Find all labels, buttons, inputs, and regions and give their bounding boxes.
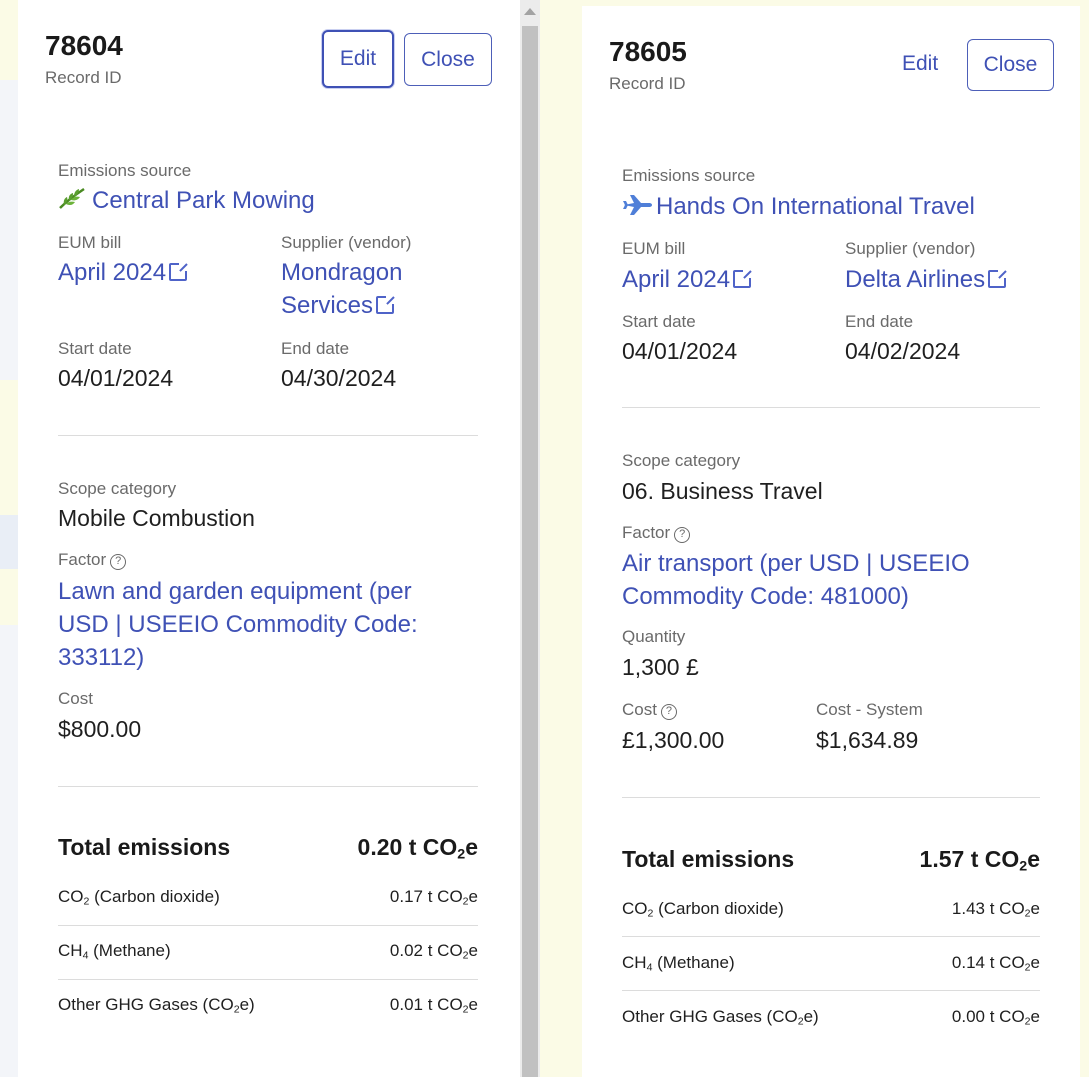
cost-value: $800.00 — [58, 716, 142, 742]
end-date-label: End date — [845, 312, 914, 331]
quantity-value: 1,300 £ — [622, 654, 699, 680]
airplane-icon — [622, 192, 652, 225]
gas-value: 0.02 t CO2e — [389, 941, 478, 962]
end-date-value: 04/02/2024 — [845, 338, 961, 364]
cost-label: Cost? — [622, 700, 677, 720]
gas-name: Other GHG Gases (CO2e) — [58, 995, 255, 1016]
eum-bill-value: April 2024 — [58, 259, 167, 286]
total-emissions-value: 1.57 t CO2e — [919, 846, 1040, 875]
scope-category-value: Mobile Combustion — [58, 505, 255, 531]
cost-system-value: $1,634.89 — [816, 727, 919, 753]
scrollbar-thumb[interactable] — [522, 26, 538, 1077]
gas-name: Other GHG Gases (CO2e) — [622, 1007, 819, 1028]
external-link-icon — [169, 262, 189, 281]
scope-category-value: 06. Business Travel — [622, 478, 823, 504]
background-strip — [0, 625, 18, 1077]
divider — [622, 797, 1040, 798]
factor-label: Factor? — [58, 550, 127, 570]
eum-bill-link[interactable]: April 2024 — [622, 263, 753, 296]
start-date-value: 04/01/2024 — [58, 365, 174, 391]
record-detail-panel: 78605 Record ID Edit Close Emissions sou… — [582, 6, 1080, 1077]
divider — [622, 407, 1040, 408]
help-icon[interactable]: ? — [660, 704, 677, 720]
factor-link[interactable]: Air transport (per USD | USEEIO Commodit… — [622, 547, 970, 613]
factor-line: Air transport (per USD | USEEIO — [622, 550, 970, 577]
cost-label: Cost — [58, 689, 93, 708]
start-date-label: Start date — [622, 312, 696, 331]
help-icon[interactable]: ? — [674, 527, 691, 543]
supplier-link[interactable]: Mondragon Services — [281, 256, 402, 322]
divider — [622, 936, 1040, 937]
supplier-name-line: Mondragon — [281, 259, 403, 286]
supplier-label: Supplier (vendor) — [845, 239, 976, 258]
factor-line: Lawn and garden equipment (per — [58, 578, 412, 605]
end-date-value: 04/30/2024 — [281, 365, 397, 391]
divider — [58, 786, 478, 787]
eum-bill-value: April 2024 — [622, 266, 731, 293]
gas-name: CH4 (Methane) — [58, 941, 171, 962]
leaf-icon — [58, 186, 88, 219]
record-id-label: Record ID — [609, 74, 686, 93]
gas-value: 0.01 t CO2e — [389, 995, 478, 1016]
total-emissions-label: Total emissions — [622, 846, 795, 872]
external-link-icon — [988, 269, 1008, 288]
emissions-source-link[interactable]: Hands On International Travel — [622, 190, 975, 225]
gas-value: 0.14 t CO2e — [951, 953, 1040, 974]
emissions-source-label: Emissions source — [622, 166, 756, 185]
eum-bill-label: EUM bill — [58, 233, 122, 252]
total-emissions-label: Total emissions — [58, 834, 231, 860]
close-button[interactable]: Close — [404, 33, 492, 86]
close-button[interactable]: Close — [967, 39, 1054, 91]
divider — [58, 979, 478, 980]
gas-value: 0.00 t CO2e — [951, 1007, 1040, 1028]
cost-system-label: Cost - System — [816, 700, 923, 719]
emissions-source-name: Hands On International Travel — [656, 193, 975, 220]
start-date-value: 04/01/2024 — [622, 338, 738, 364]
factor-line: USD | USEEIO Commodity Code: — [58, 611, 418, 638]
divider — [58, 435, 478, 436]
factor-line: 333112) — [58, 644, 145, 671]
gas-name: CH4 (Methane) — [622, 953, 735, 974]
external-link-icon — [733, 269, 753, 288]
help-icon[interactable]: ? — [110, 554, 127, 570]
end-date-label: End date — [281, 339, 350, 358]
supplier-label: Supplier (vendor) — [281, 233, 412, 252]
scope-category-label: Scope category — [58, 479, 177, 498]
factor-line: Commodity Code: 481000) — [622, 583, 909, 610]
supplier-name: Delta Airlines — [845, 266, 986, 293]
start-date-label: Start date — [58, 339, 132, 358]
scroll-up-arrow-icon[interactable] — [524, 8, 536, 15]
record-id-label: Record ID — [45, 68, 122, 87]
factor-link[interactable]: Lawn and garden equipment (per USD | USE… — [58, 575, 418, 674]
edit-button[interactable]: Edit — [322, 30, 394, 88]
background-strip — [0, 515, 18, 569]
eum-bill-link[interactable]: April 2024 — [58, 256, 189, 289]
background-strip — [0, 80, 18, 380]
supplier-name-line: Services — [281, 289, 402, 322]
record-id: 78605 — [609, 36, 687, 67]
supplier-link[interactable]: Delta Airlines — [845, 263, 1008, 296]
cost-value: £1,300.00 — [622, 727, 725, 753]
record-detail-panel: 78604 Record ID Edit Close Emissions sou… — [18, 0, 520, 1077]
record-id: 78604 — [45, 30, 123, 61]
gas-value: 0.17 t CO2e — [389, 887, 478, 908]
emissions-source-label: Emissions source — [58, 161, 192, 180]
divider — [622, 990, 1040, 991]
total-emissions-value: 0.20 t CO2e — [357, 834, 478, 863]
emissions-source-link[interactable]: Central Park Mowing — [58, 184, 315, 219]
edit-button[interactable]: Edit — [902, 52, 938, 76]
quantity-label: Quantity — [622, 627, 686, 646]
external-link-icon — [376, 295, 396, 314]
eum-bill-label: EUM bill — [622, 239, 686, 258]
scope-category-label: Scope category — [622, 451, 741, 470]
gas-value: 1.43 t CO2e — [951, 899, 1040, 920]
factor-label: Factor? — [622, 523, 691, 543]
gas-name: CO2 (Carbon dioxide) — [622, 899, 784, 920]
gas-name: CO2 (Carbon dioxide) — [58, 887, 220, 908]
emissions-source-name: Central Park Mowing — [92, 187, 315, 214]
divider — [58, 925, 478, 926]
